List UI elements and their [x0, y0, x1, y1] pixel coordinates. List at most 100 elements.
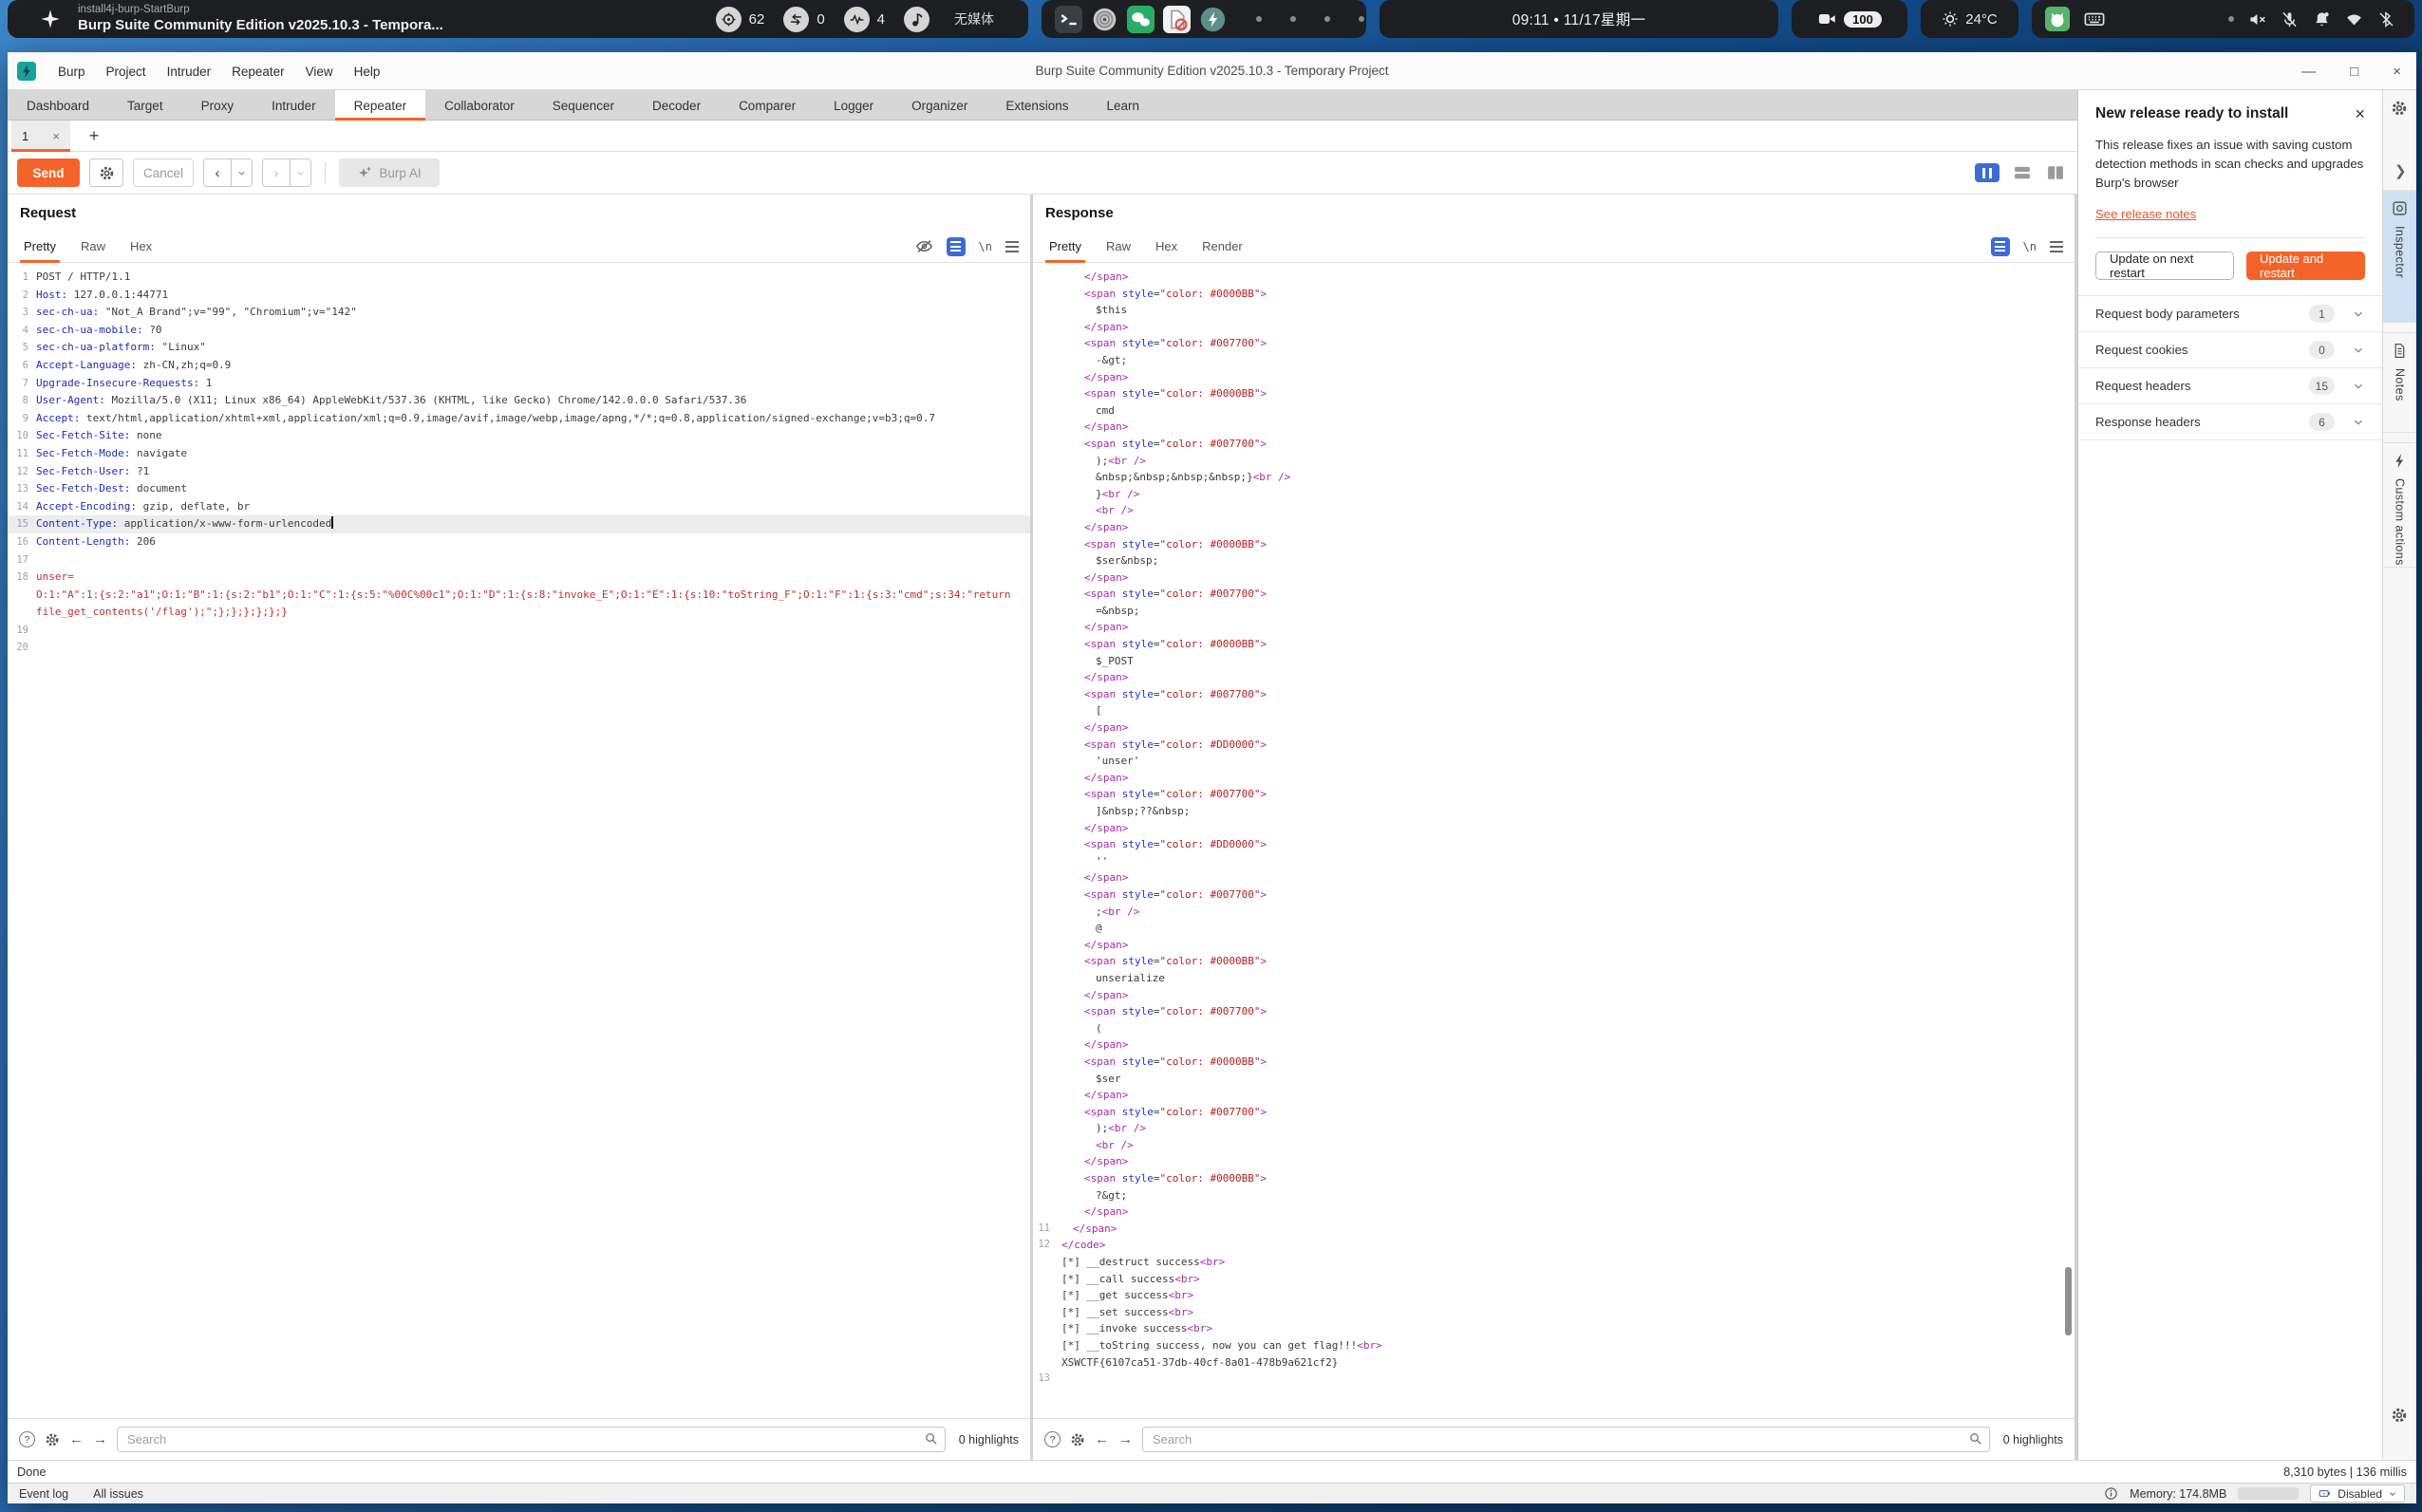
burp-tray-icon[interactable] — [1199, 6, 1227, 33]
response-line[interactable]: $ser — [1033, 1071, 2075, 1088]
response-line[interactable]: [*] __get success<br> — [1033, 1287, 2075, 1304]
back-button[interactable]: ‹ — [204, 159, 231, 186]
request-line[interactable]: 11Sec-Fetch-Mode: navigate — [8, 445, 1030, 463]
keyboard-icon[interactable] — [2084, 9, 2105, 29]
taskbar-window-group[interactable]: install4j-burp-StartBurp Burp Suite Comm… — [8, 0, 1028, 38]
back-dropdown[interactable] — [231, 159, 252, 186]
response-line[interactable]: </span> — [1033, 269, 2075, 286]
response-line[interactable]: <span style="color: #0000BB"> — [1033, 385, 2075, 402]
request-line[interactable]: 13Sec-Fetch-Dest: document — [8, 480, 1030, 498]
response-line[interactable]: <span style="color: #0000BB"> — [1033, 1170, 2075, 1187]
settings-button[interactable] — [89, 159, 123, 187]
side-tab-custom-actions[interactable]: Custom actions — [2383, 442, 2416, 568]
taskbar-clock-group[interactable]: 09:11 • 11/17星期一 — [1380, 0, 1778, 38]
menu-burp[interactable]: Burp — [47, 52, 96, 90]
wechat-app-icon[interactable] — [1127, 6, 1155, 33]
response-line[interactable]: </span> — [1033, 369, 2075, 386]
response-line[interactable]: </span> — [1033, 719, 2075, 737]
response-line[interactable]: $_POST — [1033, 653, 2075, 670]
add-tab-button[interactable]: + — [82, 124, 106, 147]
response-line[interactable]: $ser&nbsp; — [1033, 552, 2075, 569]
syntax-highlight-toggle-icon[interactable] — [947, 237, 966, 256]
release-notes-link[interactable]: See release notes — [2095, 207, 2196, 221]
response-line[interactable]: <br /> — [1033, 502, 2075, 519]
update-next-restart-button[interactable]: Update on next restart — [2095, 252, 2234, 280]
tab-logger[interactable]: Logger — [815, 90, 892, 121]
response-line[interactable]: 'unser' — [1033, 753, 2075, 770]
tab-organizer[interactable]: Organizer — [892, 90, 986, 121]
response-line[interactable]: <span style="color: #0000BB"> — [1033, 286, 2075, 303]
response-line[interactable]: <span style="color: #007700"> — [1033, 586, 2075, 603]
response-line[interactable]: </span> — [1033, 1087, 2075, 1104]
syntax-highlight-toggle-icon[interactable] — [1991, 237, 2010, 256]
response-line[interactable]: </span> — [1033, 1204, 2075, 1221]
request-line[interactable]: 18unser= — [8, 569, 1030, 587]
disc-app-icon[interactable] — [1091, 6, 1118, 33]
request-line[interactable]: 14Accept-Encoding: gzip, deflate, br — [8, 498, 1030, 516]
request-line[interactable]: 15Content-Type: application/x-www-form-u… — [8, 515, 1030, 533]
request-line[interactable]: 20 — [8, 639, 1030, 657]
response-line[interactable]: <span style="color: #DD0000"> — [1033, 836, 2075, 853]
side-tab-notes[interactable]: Notes — [2383, 332, 2416, 433]
request-line[interactable]: 19 — [8, 622, 1030, 640]
chevron-down-icon[interactable] — [2352, 344, 2365, 357]
send-button[interactable]: Send — [17, 159, 80, 187]
inspector-section-response-headers[interactable]: Response headers6 — [2078, 404, 2382, 440]
maximize-button[interactable]: □ — [2350, 64, 2358, 80]
layout-columns-toggle[interactable] — [1975, 163, 2000, 182]
response-line[interactable]: XSWCTF{6107ca51-37db-40cf-8a01-478b9a621… — [1033, 1354, 2075, 1372]
response-tab-hex[interactable]: Hex — [1143, 231, 1190, 262]
help-icon[interactable]: ? — [1044, 1431, 1061, 1447]
speaker-muted-icon[interactable] — [2248, 10, 2266, 28]
response-line[interactable]: '' — [1033, 853, 2075, 870]
ai-credits-indicator[interactable]: Disabled — [2310, 1484, 2405, 1503]
response-line[interactable]: ?&gt; — [1033, 1187, 2075, 1204]
response-line[interactable]: [*] __toString success, now you can get … — [1033, 1337, 2075, 1354]
response-line[interactable]: <br /> — [1033, 1137, 2075, 1154]
response-line[interactable]: <span style="color: #007700"> — [1033, 686, 2075, 703]
bell-icon[interactable] — [2313, 10, 2331, 28]
response-tab-raw[interactable]: Raw — [1094, 231, 1143, 262]
request-line[interactable]: 6Accept-Language: zh-CN,zh;q=0.9 — [8, 357, 1030, 375]
response-line[interactable]: [ — [1033, 702, 2075, 719]
event-log-button[interactable]: Event log — [19, 1487, 68, 1501]
taskbar-counter[interactable] — [904, 7, 929, 32]
menu-help[interactable]: Help — [344, 52, 391, 90]
tab-sequencer[interactable]: Sequencer — [534, 90, 633, 121]
inspector-section-request-cookies[interactable]: Request cookies0 — [2078, 332, 2382, 368]
prev-match-icon[interactable]: ← — [1095, 1431, 1109, 1447]
response-line[interactable]: 11</span> — [1033, 1221, 2075, 1238]
show-newlines-icon[interactable]: \n — [979, 240, 992, 253]
response-line[interactable]: }<br /> — [1033, 486, 2075, 503]
response-line[interactable]: </span> — [1033, 770, 2075, 787]
response-line[interactable]: </span> — [1033, 519, 2075, 536]
forward-button[interactable]: › — [263, 159, 290, 186]
response-line[interactable]: [*] __set success<br> — [1033, 1304, 2075, 1321]
editor-menu-icon[interactable] — [1005, 241, 1019, 252]
taskbar-counter[interactable]: 62 — [716, 7, 765, 32]
request-search-input[interactable] — [117, 1427, 946, 1452]
close-icon[interactable]: × — [2355, 105, 2365, 122]
back-button-group[interactable]: ‹ — [203, 159, 253, 187]
response-line[interactable]: <span style="color: #0000BB"> — [1033, 636, 2075, 653]
response-line[interactable]: );<br /> — [1033, 1120, 2075, 1137]
response-line[interactable]: <span style="color: #007700"> — [1033, 335, 2075, 352]
response-line[interactable]: -&gt; — [1033, 352, 2075, 369]
collapse-sidebar-icon[interactable]: ❯ — [2394, 162, 2407, 179]
menu-project[interactable]: Project — [96, 52, 157, 90]
response-line[interactable]: @ — [1033, 920, 2075, 937]
response-line[interactable]: =&nbsp; — [1033, 603, 2075, 620]
response-line[interactable]: <span style="color: #007700"> — [1033, 436, 2075, 453]
request-line[interactable]: 4sec-ch-ua-mobile: ?0 — [8, 322, 1030, 340]
request-line[interactable]: 10Sec-Fetch-Site: none — [8, 427, 1030, 445]
tab-learn[interactable]: Learn — [1087, 90, 1158, 121]
response-tab-pretty[interactable]: Pretty — [1037, 231, 1094, 262]
response-scrollbar-thumb[interactable] — [2065, 1267, 2072, 1335]
response-line[interactable]: </span> — [1033, 820, 2075, 837]
tab-extensions[interactable]: Extensions — [986, 90, 1087, 121]
wifi-icon[interactable] — [2345, 10, 2363, 28]
request-line[interactable]: 17 — [8, 551, 1030, 569]
tab-comparer[interactable]: Comparer — [720, 90, 815, 121]
request-line[interactable]: 2Host: 127.0.0.1:44771 — [8, 287, 1030, 305]
taskbar-counter[interactable]: 4 — [844, 7, 885, 32]
